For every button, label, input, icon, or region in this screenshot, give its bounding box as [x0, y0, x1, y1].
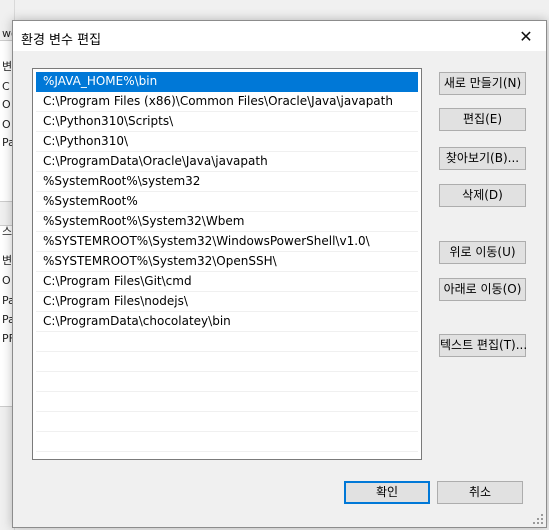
empty-row [36, 372, 418, 392]
empty-row [36, 392, 418, 412]
bg-text: O [2, 274, 11, 287]
browse-button[interactable]: 찾아보기(B)... [439, 147, 526, 170]
bg-text: 변 [2, 254, 13, 267]
list-item[interactable]: C:\Program Files\nodejs\ [36, 292, 418, 312]
dialog-title: 환경 변수 편집 [21, 33, 102, 48]
resize-grip-icon[interactable] [532, 513, 544, 525]
bg-text: O [2, 118, 11, 131]
bg-text: 변 [2, 60, 13, 73]
list-item[interactable]: %SystemRoot% [36, 192, 418, 212]
edit-button[interactable]: 편집(E) [439, 108, 526, 131]
empty-row [36, 352, 418, 372]
list-item[interactable]: C:\ProgramData\Oracle\Java\javapath [36, 152, 418, 172]
list-item[interactable]: %SystemRoot%\System32\Wbem [36, 212, 418, 232]
list-item[interactable]: %SYSTEMROOT%\System32\OpenSSH\ [36, 252, 418, 272]
list-item[interactable]: C:\Program Files\Git\cmd [36, 272, 418, 292]
list-item[interactable]: %SYSTEMROOT%\System32\WindowsPowerShell\… [36, 232, 418, 252]
ok-button[interactable]: 확인 [344, 481, 430, 504]
empty-row [36, 332, 418, 352]
edit-environment-variable-dialog: 환경 변수 편집 ✕ %JAVA_HOME%\bin C:\Program Fi… [12, 20, 547, 528]
new-button[interactable]: 새로 만들기(N) [439, 72, 526, 95]
move-down-button[interactable]: 아래로 이동(O) [439, 278, 526, 301]
empty-row [36, 412, 418, 432]
list-item[interactable]: %JAVA_HOME%\bin [36, 72, 418, 92]
bg-text: O [2, 98, 11, 111]
close-icon[interactable]: ✕ [506, 21, 546, 51]
move-up-button[interactable]: 위로 이동(U) [439, 241, 526, 264]
delete-button[interactable]: 삭제(D) [439, 184, 526, 207]
empty-row [36, 432, 418, 452]
path-list[interactable]: %JAVA_HOME%\bin C:\Program Files (x86)\C… [32, 68, 422, 460]
list-item[interactable]: C:\Python310\Scripts\ [36, 112, 418, 132]
bg-text: 스 [2, 225, 13, 238]
edit-text-button[interactable]: 텍스트 편집(T)... [439, 334, 527, 357]
list-item[interactable]: C:\Python310\ [36, 132, 418, 152]
empty-row [36, 452, 418, 459]
cancel-button[interactable]: 취소 [437, 481, 523, 504]
bg-text: C [2, 80, 10, 93]
list-item[interactable]: %SystemRoot%\system32 [36, 172, 418, 192]
title-bar: 환경 변수 편집 ✕ [13, 21, 546, 51]
list-item[interactable]: C:\Program Files (x86)\Common Files\Orac… [36, 92, 418, 112]
list-item[interactable]: C:\ProgramData\chocolatey\bin [36, 312, 418, 332]
